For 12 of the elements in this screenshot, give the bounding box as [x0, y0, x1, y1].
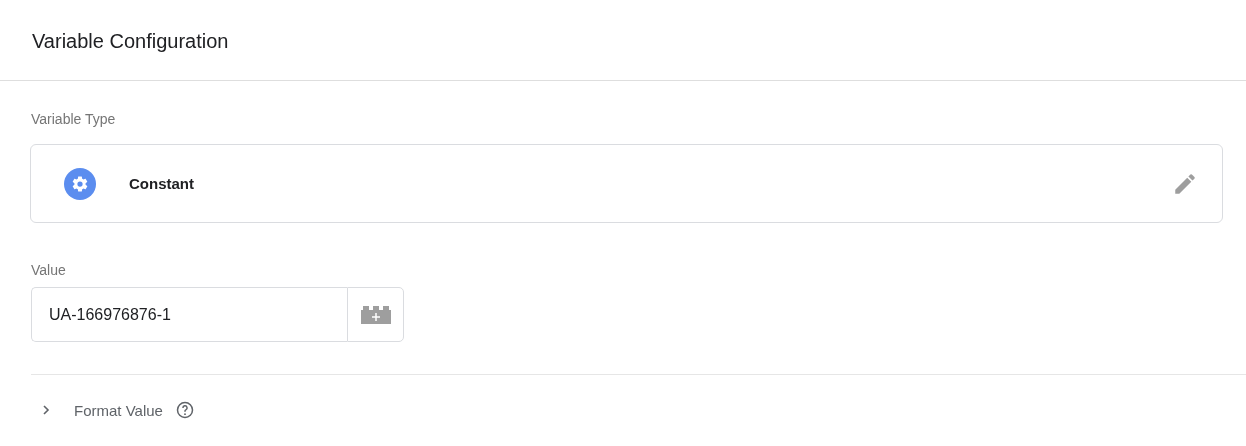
variable-type-name: Constant — [129, 175, 195, 192]
gear-icon — [64, 167, 96, 200]
value-field[interactable]: UA-166976876-1 — [31, 287, 347, 342]
format-value-toggle[interactable]: Format Value — [74, 401, 163, 419]
help-icon[interactable] — [174, 400, 195, 420]
brick-plus-icon — [360, 304, 391, 325]
variable-type-card[interactable]: Constant — [30, 144, 1223, 223]
insert-variable-button[interactable] — [347, 287, 404, 342]
chevron-icon[interactable] — [40, 404, 52, 416]
field-label: Variable Type — [31, 111, 117, 127]
field-label: Value — [31, 262, 67, 278]
section-title: Variable Configuration — [32, 28, 229, 53]
